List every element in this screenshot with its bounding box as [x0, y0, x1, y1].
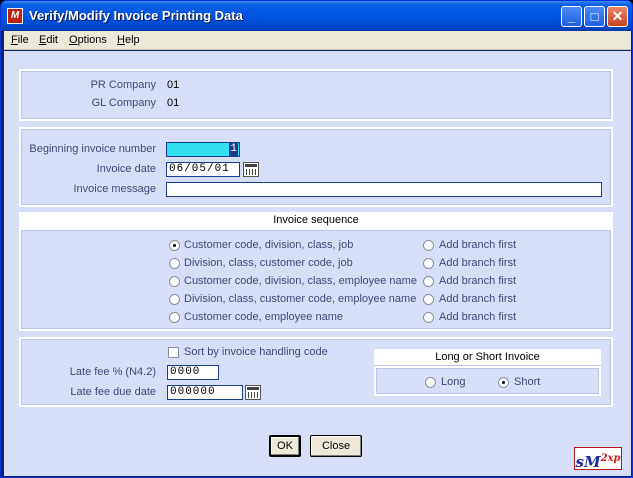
minimize-button[interactable]: _	[561, 6, 582, 27]
sequence-radio-3[interactable]	[169, 276, 180, 287]
sequence-radio-2[interactable]	[169, 258, 180, 269]
long-radio[interactable]	[425, 377, 436, 388]
menu-bar: File Edit Options Help	[4, 31, 631, 50]
menu-edit[interactable]: Edit	[39, 34, 58, 46]
close-window-button[interactable]: ✕	[607, 6, 628, 27]
invoice-message-label: Invoice message	[73, 183, 156, 195]
beginning-invoice-input[interactable]: 1	[166, 142, 240, 157]
pr-company-value: 01	[167, 79, 180, 91]
sequence-radio-5[interactable]	[169, 312, 180, 323]
invoice-type-group: Long Short	[374, 366, 601, 396]
invoice-message-input[interactable]	[166, 182, 602, 197]
branch-option-1-label[interactable]: Add branch first	[439, 239, 516, 251]
invoice-date-input[interactable]: 06/05/01	[166, 162, 240, 177]
menu-file[interactable]: File	[11, 34, 29, 46]
window-title: Verify/Modify Invoice Printing Data	[29, 8, 243, 23]
branch-radio-2[interactable]	[423, 258, 434, 269]
app-window: M Verify/Modify Invoice Printing Data _ …	[0, 0, 633, 478]
form-area: PR Company 01 GL Company 01 Beginning in…	[4, 51, 631, 476]
gl-company-value: 01	[167, 97, 180, 109]
sequence-option-2-label[interactable]: Division, class, customer code, job	[184, 257, 353, 269]
late-fee-group: Sort by invoice handling code Late fee %…	[19, 337, 613, 407]
invoice-type-title: Long or Short Invoice	[374, 349, 601, 366]
invoice-date-label: Invoice date	[96, 163, 156, 175]
maximize-button[interactable]: □	[584, 6, 605, 27]
due-date-calendar-icon[interactable]	[245, 385, 261, 400]
branch-radio-5[interactable]	[423, 312, 434, 323]
invoice-sequence-title: Invoice sequence	[19, 212, 613, 229]
menu-help[interactable]: Help	[117, 34, 140, 46]
ok-button[interactable]: OK	[269, 435, 301, 457]
late-fee-input[interactable]: 0000	[167, 365, 219, 380]
long-label[interactable]: Long	[441, 376, 465, 388]
menu-options[interactable]: Options	[69, 34, 107, 46]
sort-handling-checkbox[interactable]	[168, 347, 179, 358]
branch-radio-4[interactable]	[423, 294, 434, 305]
calendar-icon[interactable]	[243, 162, 259, 177]
pr-company-label: PR Company	[90, 79, 156, 91]
smxp-logo: sM2xp	[574, 447, 622, 471]
sequence-option-1-label[interactable]: Customer code, division, class, job	[184, 239, 353, 251]
branch-option-2-label[interactable]: Add branch first	[439, 257, 516, 269]
app-icon[interactable]: M	[7, 8, 23, 24]
branch-option-3-label[interactable]: Add branch first	[439, 275, 516, 287]
invoice-group: Beginning invoice number 1 Invoice date …	[19, 127, 613, 207]
beginning-invoice-label: Beginning invoice number	[29, 143, 156, 155]
branch-option-5-label[interactable]: Add branch first	[439, 311, 516, 323]
branch-radio-3[interactable]	[423, 276, 434, 287]
branch-radio-1[interactable]	[423, 240, 434, 251]
sort-handling-label[interactable]: Sort by invoice handling code	[184, 346, 328, 358]
sequence-option-5-label[interactable]: Customer code, employee name	[184, 311, 343, 323]
invoice-sequence-group: Customer code, division, class, job Add …	[19, 228, 613, 331]
company-group: PR Company 01 GL Company 01	[19, 69, 613, 121]
late-fee-due-date-input[interactable]: 000000	[167, 385, 243, 400]
late-fee-due-date-label: Late fee due date	[70, 386, 156, 398]
sequence-option-4-label[interactable]: Division, class, customer code, employee…	[184, 293, 416, 305]
gl-company-label: GL Company	[91, 97, 156, 109]
close-button[interactable]: Close	[310, 435, 362, 457]
short-radio[interactable]	[498, 377, 509, 388]
sequence-radio-1[interactable]	[169, 240, 180, 251]
late-fee-label: Late fee % (N4.2)	[69, 366, 156, 378]
sequence-radio-4[interactable]	[169, 294, 180, 305]
sequence-option-3-label[interactable]: Customer code, division, class, employee…	[184, 275, 417, 287]
short-label[interactable]: Short	[514, 376, 540, 388]
title-bar[interactable]: M Verify/Modify Invoice Printing Data _ …	[1, 1, 632, 31]
branch-option-4-label[interactable]: Add branch first	[439, 293, 516, 305]
